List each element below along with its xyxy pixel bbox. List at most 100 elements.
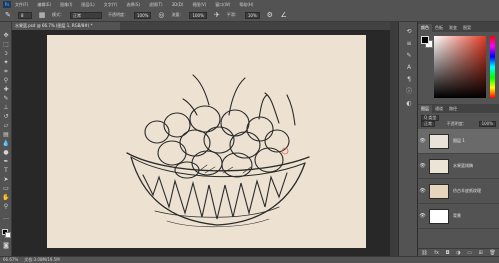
layer-row[interactable]: 👁 仿古羊皮纸纹理 bbox=[418, 179, 499, 204]
brush-tool-icon[interactable]: ✎ bbox=[2, 95, 10, 102]
menu-file[interactable]: 文件(F) bbox=[15, 2, 28, 8]
new-layer-icon[interactable]: ⊞ bbox=[479, 250, 483, 256]
blend-mode-select[interactable]: 正常 bbox=[421, 121, 435, 127]
menu-select[interactable]: 选择(S) bbox=[126, 2, 140, 8]
color-panel bbox=[418, 32, 499, 104]
blur-tool-icon[interactable]: 💧 bbox=[2, 140, 10, 147]
layer-thumbnail bbox=[429, 133, 449, 149]
fx-icon[interactable]: fx bbox=[434, 250, 439, 256]
quick-select-tool-icon[interactable]: ✦ bbox=[2, 59, 10, 66]
smoothing-field[interactable]: 10% bbox=[244, 11, 260, 19]
character-panel-icon[interactable]: A bbox=[405, 64, 413, 71]
brush-settings-icon[interactable]: ▦ bbox=[38, 11, 46, 19]
marquee-tool-icon[interactable]: ⬚ bbox=[2, 41, 10, 48]
menu-filter[interactable]: 滤镜(T) bbox=[149, 2, 163, 8]
mode-select[interactable]: 正常 bbox=[70, 11, 102, 19]
brush-tool-icon[interactable]: ✎ bbox=[4, 11, 12, 19]
eraser-tool-icon[interactable]: ▱ bbox=[2, 122, 10, 129]
tab-paths[interactable]: 路径 bbox=[446, 105, 460, 113]
visibility-eye-icon[interactable]: 👁 bbox=[418, 138, 427, 144]
visibility-eye-icon[interactable]: 👁 bbox=[418, 188, 427, 194]
tab-patterns[interactable]: 图案 bbox=[460, 24, 474, 32]
quick-mask-icon[interactable]: ◙ bbox=[2, 242, 10, 249]
flow-field[interactable]: 100% bbox=[189, 11, 207, 19]
layer-options: Q 类型 正常 不透明度： 100% bbox=[418, 113, 499, 129]
layers-panel-tabs: 图层 通道 路径 bbox=[418, 104, 499, 113]
layer-opacity-field[interactable]: 100% bbox=[478, 121, 496, 127]
move-tool-icon[interactable]: ✥ bbox=[2, 32, 10, 39]
document-canvas[interactable] bbox=[47, 35, 366, 248]
menu-bar: Ps 文件(F) 编辑(E) 图像(I) 图层(L) 文字(Y) 选择(S) 滤… bbox=[0, 0, 499, 9]
adjustment-layer-icon[interactable]: ◑ bbox=[456, 250, 460, 256]
layer-row[interactable]: 👁 水果篮线稿 bbox=[418, 154, 499, 179]
foreground-color-chip[interactable] bbox=[421, 36, 429, 44]
opacity-field[interactable]: 100% bbox=[134, 11, 152, 19]
type-tool-icon[interactable]: T bbox=[2, 167, 10, 174]
menu-window[interactable]: 窗口(W) bbox=[215, 2, 230, 8]
color-panel-tabs: 颜色 色板 渐变 图案 bbox=[418, 22, 499, 32]
paragraph-panel-icon[interactable]: ¶ bbox=[405, 76, 413, 83]
menu-3d[interactable]: 3D(D) bbox=[172, 2, 184, 7]
new-group-icon[interactable]: ▭ bbox=[467, 250, 472, 256]
tab-channels[interactable]: 通道 bbox=[432, 105, 446, 113]
airbrush-icon[interactable]: ✈ bbox=[213, 11, 221, 19]
tab-gradients[interactable]: 渐变 bbox=[446, 24, 460, 32]
layer-thumbnail bbox=[429, 183, 449, 199]
tab-swatches[interactable]: 色板 bbox=[432, 24, 446, 32]
menu-help[interactable]: 帮助(H) bbox=[239, 2, 253, 8]
eyedropper-tool-icon[interactable]: ⚲ bbox=[2, 77, 10, 84]
panel-icon-strip: ⟲ ≡ ✎ A ¶ ⓘ ◐ bbox=[398, 22, 418, 256]
layer-thumbnail bbox=[429, 208, 449, 224]
pressure-opacity-icon[interactable]: ◎ bbox=[157, 11, 165, 19]
mask-icon[interactable]: ◘ bbox=[446, 250, 450, 256]
menu-layer[interactable]: 图层(L) bbox=[81, 2, 94, 8]
zoom-level: 66.67% bbox=[3, 257, 19, 262]
healing-brush-tool-icon[interactable]: ✚ bbox=[2, 86, 10, 93]
pen-tool-icon[interactable]: ✒ bbox=[2, 158, 10, 165]
history-panel-icon[interactable]: ⟲ bbox=[405, 28, 413, 35]
layer-name: 图层 1 bbox=[453, 138, 465, 143]
tab-color[interactable]: 颜色 bbox=[418, 24, 432, 32]
brush-size-field[interactable]: 8 bbox=[18, 11, 32, 19]
link-layers-icon[interactable]: ⛓ bbox=[421, 250, 427, 256]
gear-icon[interactable]: ⚙ bbox=[266, 11, 274, 19]
path-select-tool-icon[interactable]: ➤ bbox=[2, 176, 10, 183]
properties-panel-icon[interactable]: ≡ bbox=[405, 40, 413, 47]
document-tab-bar: 水果篮.psd @ 66.7% (图层 1, RGB/8#) * bbox=[12, 22, 402, 30]
options-bar: ✎ 8 ▦ 模式： 正常 不透明度： 100% ◎ 流量： 100% ✈ 平滑：… bbox=[0, 9, 499, 22]
angle-icon[interactable]: ∠ bbox=[280, 11, 288, 19]
dodge-tool-icon[interactable]: ● bbox=[2, 149, 10, 156]
menu-view[interactable]: 视图(V) bbox=[192, 2, 206, 8]
menu-image[interactable]: 图像(I) bbox=[60, 2, 72, 8]
mode-label: 模式： bbox=[52, 12, 64, 17]
canvas-workspace[interactable] bbox=[12, 30, 402, 256]
adjustments-panel-icon[interactable]: ◐ bbox=[405, 100, 413, 107]
visibility-eye-icon[interactable]: 👁 bbox=[418, 213, 427, 219]
document-tab[interactable]: 水果篮.psd @ 66.7% (图层 1, RGB/8#) * bbox=[12, 22, 120, 30]
gradient-tool-icon[interactable]: ▤ bbox=[2, 131, 10, 138]
brush-panel-icon[interactable]: ✎ bbox=[405, 52, 413, 59]
hue-slider[interactable] bbox=[490, 36, 495, 98]
info-panel-icon[interactable]: ⓘ bbox=[405, 88, 413, 95]
menu-edit[interactable]: 编辑(E) bbox=[37, 2, 51, 8]
clone-stamp-tool-icon[interactable]: ⊥ bbox=[2, 104, 10, 111]
layer-row[interactable]: 👁 背景 bbox=[418, 204, 499, 229]
zoom-tool-icon[interactable]: ⚲ bbox=[2, 203, 10, 210]
crop-tool-icon[interactable]: ⌗ bbox=[2, 68, 10, 75]
opacity-label: 不透明度： bbox=[108, 12, 128, 17]
color-picker-field[interactable] bbox=[434, 36, 486, 98]
menu-type[interactable]: 文字(Y) bbox=[104, 2, 118, 8]
visibility-eye-icon[interactable]: 👁 bbox=[418, 163, 427, 169]
tab-layers[interactable]: 图层 bbox=[418, 105, 432, 113]
photoshop-logo: Ps bbox=[3, 1, 11, 8]
hand-tool-icon[interactable]: ✋ bbox=[2, 194, 10, 201]
vertical-scrollbar[interactable] bbox=[390, 22, 398, 256]
trash-icon[interactable]: 🗑 bbox=[489, 250, 495, 256]
lasso-tool-icon[interactable]: ↄ bbox=[2, 50, 10, 57]
layer-row[interactable]: 👁 图层 1 bbox=[418, 129, 499, 154]
history-brush-tool-icon[interactable]: ↺ bbox=[2, 113, 10, 120]
rectangle-tool-icon[interactable]: ▭ bbox=[2, 185, 10, 192]
background-color-swatch[interactable] bbox=[5, 232, 11, 238]
more-tools-icon[interactable]: … bbox=[2, 214, 10, 221]
flow-label: 流量： bbox=[171, 12, 184, 17]
